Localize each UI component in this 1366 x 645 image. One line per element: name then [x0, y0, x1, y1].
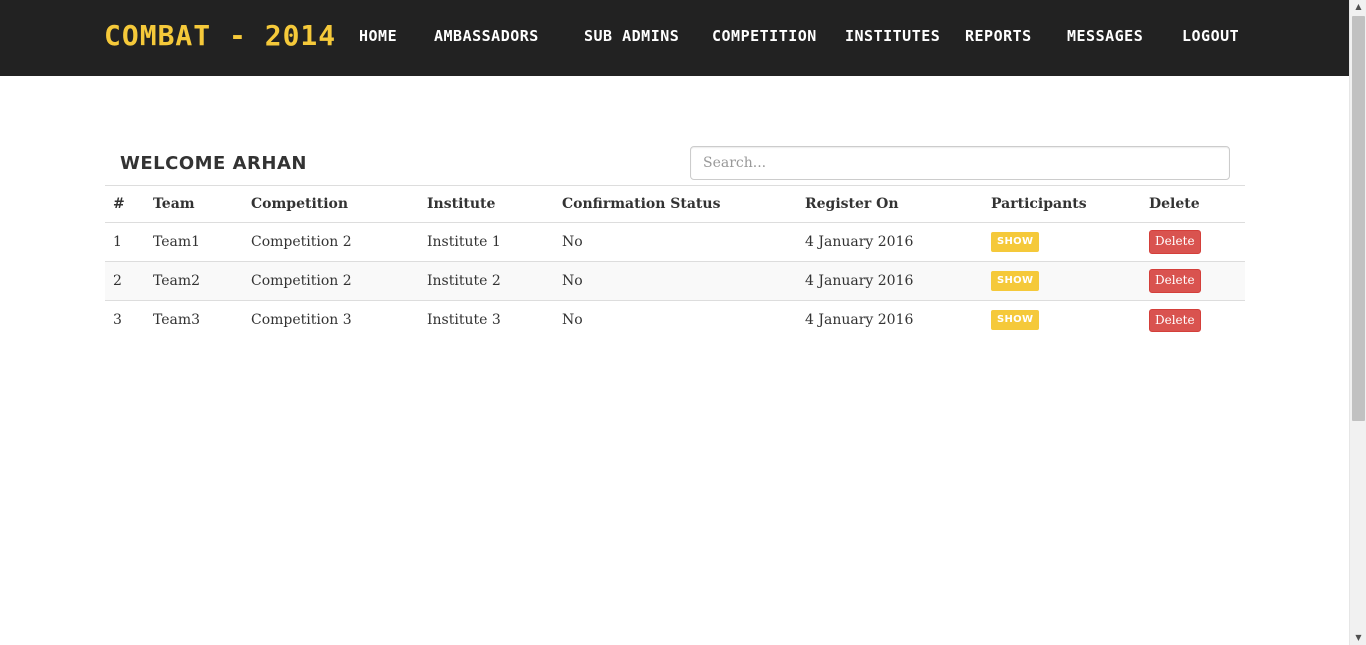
col-header-confirmation-status: Confirmation Status — [554, 185, 797, 223]
welcome-heading: WELCOME ARHAN — [120, 153, 307, 174]
table-row: 2 Team2 Competition 2 Institute 2 No 4 J… — [105, 261, 1245, 301]
table-header-row: # Team Competition Institute Confirmatio… — [105, 185, 1245, 223]
nav-home[interactable]: HOME — [359, 27, 397, 45]
col-header-register-on: Register On — [797, 185, 983, 223]
cell-confirmation-status: No — [554, 261, 797, 301]
table-row: 1 Team1 Competition 2 Institute 1 No 4 J… — [105, 222, 1245, 262]
cell-competition: Competition 2 — [243, 222, 419, 262]
search-input[interactable] — [690, 146, 1230, 180]
cell-register-on: 4 January 2016 — [805, 312, 914, 329]
show-participants-button[interactable]: SHOW — [991, 310, 1040, 331]
cell-confirmation-status: No — [554, 222, 797, 262]
col-header-competition: Competition — [243, 185, 419, 223]
vertical-scrollbar[interactable]: ▲ ▼ — [1349, 0, 1366, 645]
delete-team-button[interactable]: Delete — [1149, 269, 1201, 293]
cell-register-on: 4 January 2016 — [797, 261, 983, 301]
cell-number: 3 — [113, 312, 122, 329]
cell-team: Team3 — [153, 312, 201, 329]
col-header-delete: Delete — [1141, 185, 1245, 223]
cell-delete: Delete — [1141, 301, 1245, 340]
teams-table: # Team Competition Institute Confirmatio… — [105, 185, 1245, 340]
col-header-number: # — [105, 185, 145, 223]
nav-institutes[interactable]: INSTITUTES — [845, 27, 940, 45]
show-participants-button[interactable]: SHOW — [991, 271, 1040, 291]
show-participants-button[interactable]: SHOW — [991, 232, 1040, 252]
cell-confirmation-status: No — [562, 312, 583, 329]
nav-sub-admins[interactable]: SUB ADMINS — [584, 27, 679, 45]
cell-delete: Delete — [1141, 261, 1245, 301]
nav-logout[interactable]: LOGOUT — [1182, 27, 1239, 45]
cell-team: Team2 — [145, 261, 243, 301]
cell-participants: SHOW — [983, 222, 1141, 262]
delete-team-button[interactable]: Delete — [1149, 230, 1201, 254]
top-navbar: COMBAT - 2014 HOME AMBASSADORS SUB ADMIN… — [0, 0, 1349, 76]
cell-institute: Institute 1 — [419, 222, 554, 262]
table-row: 3 Team3 Competition 3 Institute 3 No 4 J… — [105, 301, 1245, 340]
scrollbar-thumb[interactable] — [1352, 16, 1365, 421]
delete-team-button[interactable]: Delete — [1149, 308, 1201, 332]
col-header-team: Team — [145, 185, 243, 223]
cell-delete: Delete — [1141, 222, 1245, 262]
nav-messages[interactable]: MESSAGES — [1067, 27, 1143, 45]
cell-competition: Competition 2 — [243, 261, 419, 301]
col-header-institute: Institute — [419, 185, 554, 223]
cell-institute: Institute 2 — [419, 261, 554, 301]
cell-institute: Institute 3 — [427, 312, 501, 329]
cell-competition: Competition 3 — [251, 312, 352, 329]
cell-number: 1 — [105, 222, 145, 262]
col-header-participants: Participants — [983, 185, 1141, 223]
cell-participants: SHOW — [983, 301, 1141, 340]
scroll-down-icon[interactable]: ▼ — [1350, 631, 1366, 645]
nav-reports[interactable]: REPORTS — [965, 27, 1032, 45]
cell-team: Team1 — [145, 222, 243, 262]
cell-participants: SHOW — [983, 261, 1141, 301]
nav-links: HOME AMBASSADORS SUB ADMINS COMPETITION … — [0, 27, 1349, 47]
scroll-up-icon[interactable]: ▲ — [1350, 0, 1366, 14]
nav-ambassadors[interactable]: AMBASSADORS — [434, 27, 539, 45]
nav-competition[interactable]: COMPETITION — [712, 27, 817, 45]
cell-number: 2 — [105, 261, 145, 301]
cell-register-on: 4 January 2016 — [797, 222, 983, 262]
